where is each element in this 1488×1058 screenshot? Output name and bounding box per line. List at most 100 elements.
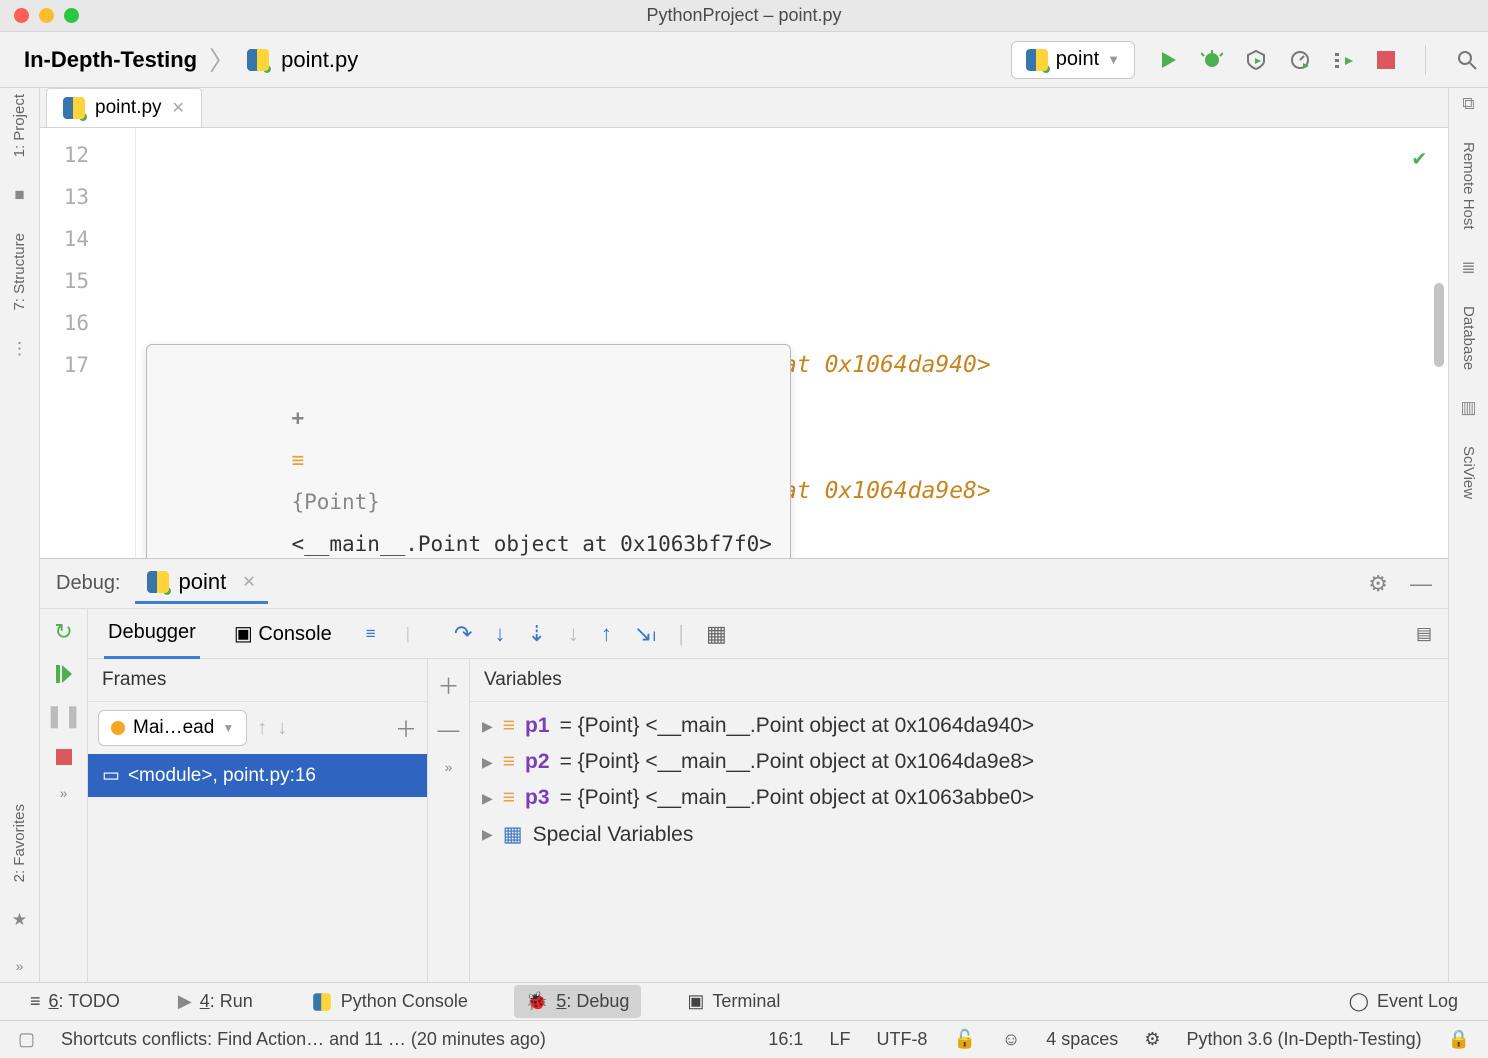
terminal-tool-button[interactable]: ▣Terminal: [675, 985, 792, 1018]
run-configuration-selector[interactable]: point ▼: [1011, 41, 1135, 79]
left-tool-rail: 1: Project ■ 7: Structure ⋮ 2: Favorites…: [0, 88, 40, 982]
step-over-icon[interactable]: ↷: [454, 621, 472, 647]
breadcrumb-file[interactable]: point.py: [281, 47, 358, 73]
code-editor[interactable]: 12 13 14 15 16 17 p1 = Point(1, 1) p1: <…: [40, 128, 1448, 558]
coverage-icon[interactable]: [1245, 49, 1267, 71]
frames-panel: Frames Mai…ead ▼ ↑ ↓ ＋: [88, 659, 428, 982]
step-into-mycode-icon[interactable]: ⇣: [527, 621, 545, 647]
terminal-icon: ▣: [687, 991, 704, 1012]
add-watch-icon[interactable]: ＋: [437, 669, 459, 701]
line-number: 16: [40, 302, 135, 344]
expand-icon[interactable]: »: [60, 785, 68, 801]
structure-tool-button[interactable]: 7: Structure: [11, 233, 28, 311]
project-tool-button[interactable]: 1: Project: [11, 94, 28, 157]
list-icon: ≡: [30, 991, 41, 1012]
console-tab[interactable]: ▣ Console: [230, 609, 336, 658]
database-tool-button[interactable]: Database: [1460, 306, 1477, 370]
line-number: 12: [40, 134, 135, 176]
editor-tab-strip: point.py ✕: [40, 88, 1448, 128]
breadcrumb[interactable]: In-Depth-Testing 〉 point.py: [24, 41, 358, 78]
vars-toolbar: ＋ — »: [428, 659, 470, 982]
debug-tool-window: Debug: point ✕ ⚙ — ↻ ❚❚ »: [40, 558, 1448, 982]
lock-icon[interactable]: 🔒: [1448, 1029, 1470, 1050]
remove-watch-icon[interactable]: —: [438, 717, 460, 743]
bug-icon: 🐞: [526, 991, 548, 1012]
object-icon: ≡: [503, 786, 515, 810]
stack-frame[interactable]: ▭ <module>, point.py:16: [88, 754, 427, 797]
chevron-down-icon: ▼: [1107, 52, 1120, 67]
chevron-right-icon: 〉: [209, 41, 235, 78]
favorites-tool-button[interactable]: 2: Favorites: [11, 804, 28, 882]
expand-triangle-icon: ▶: [482, 754, 493, 771]
inspector-icon[interactable]: ☺: [1002, 1029, 1020, 1050]
step-into-icon[interactable]: ↓: [494, 621, 505, 647]
remote-host-tool-button[interactable]: Remote Host: [1460, 142, 1477, 230]
variables-panel: Variables ▶≡p1 = {Point} <__main__.Point…: [470, 659, 1448, 982]
thread-selector[interactable]: Mai…ead ▼: [98, 710, 247, 746]
hide-icon[interactable]: —: [1410, 571, 1432, 597]
line-number: 14: [40, 218, 135, 260]
run-to-cursor-icon[interactable]: ↘I: [634, 621, 656, 647]
layout-icon[interactable]: ▤: [1416, 624, 1432, 644]
code-area[interactable]: p1 = Point(1, 1) p1: <__main__.Point obj…: [136, 128, 1448, 558]
status-message[interactable]: Shortcuts conflicts: Find Action… and 11…: [61, 1029, 546, 1050]
special-vars-icon: ▦: [503, 822, 523, 847]
expand-icon[interactable]: »: [16, 958, 24, 982]
python-file-icon: [247, 49, 269, 71]
variable-row[interactable]: ▶≡p3 = {Point} <__main__.Point object at…: [478, 780, 1448, 816]
close-tab-icon[interactable]: ✕: [242, 572, 255, 592]
resume-icon[interactable]: [56, 665, 72, 683]
debug-session-tab[interactable]: point ✕: [135, 563, 268, 604]
profile-icon[interactable]: [1289, 49, 1311, 71]
python-interpreter[interactable]: Python 3.6 (In-Depth-Testing): [1186, 1029, 1421, 1050]
object-icon: ≡: [503, 750, 515, 774]
python-file-icon: [63, 97, 85, 119]
readonly-toggle-icon[interactable]: 🔓: [953, 1029, 975, 1050]
expand-icon[interactable]: »: [445, 759, 453, 775]
file-encoding[interactable]: UTF-8: [876, 1029, 927, 1050]
threads-icon[interactable]: ≡: [366, 624, 376, 644]
close-tab-icon[interactable]: ✕: [172, 98, 185, 118]
frame-icon: ▭: [102, 764, 120, 787]
settings-icon[interactable]: ⚙: [1368, 571, 1388, 597]
add-icon[interactable]: ＋: [395, 712, 417, 744]
variable-row[interactable]: ▶≡p1 = {Point} <__main__.Point object at…: [478, 708, 1448, 744]
tab-label: point.py: [95, 97, 162, 119]
todo-tool-button[interactable]: ≡6: TODO: [18, 985, 132, 1018]
status-icon[interactable]: ▢: [18, 1029, 35, 1050]
breadcrumb-root[interactable]: In-Depth-Testing: [24, 47, 197, 73]
next-frame-icon: ↓: [277, 717, 287, 740]
evaluate-icon[interactable]: ▦: [706, 621, 727, 647]
variable-row[interactable]: ▶≡p2 = {Point} <__main__.Point object at…: [478, 744, 1448, 780]
concurrency-icon[interactable]: [1333, 49, 1355, 71]
object-icon: ≡: [291, 448, 304, 472]
rerun-icon[interactable]: ↻: [54, 619, 72, 645]
caret-position[interactable]: 16:1: [768, 1029, 803, 1050]
run-icon[interactable]: [1159, 50, 1179, 70]
python-console-tool-button[interactable]: Python Console: [299, 985, 480, 1019]
debug-tool-button[interactable]: 🐞5: Debug: [514, 985, 641, 1018]
stop-icon[interactable]: [56, 749, 72, 765]
sciview-tool-button[interactable]: SciView: [1460, 446, 1477, 499]
editor-tab[interactable]: point.py ✕: [46, 88, 202, 127]
prev-frame-icon: ↑: [257, 717, 267, 740]
object-icon: ≡: [503, 714, 515, 738]
folder-icon: ■: [14, 185, 24, 205]
variable-row[interactable]: ▶▦Special Variables: [478, 816, 1448, 853]
git-icon[interactable]: ⚙: [1144, 1029, 1160, 1050]
bottom-tool-bar: ≡6: TODO ▶4: Run Python Console 🐞5: Debu…: [0, 982, 1488, 1020]
expand-triangle-icon: ▶: [482, 790, 493, 807]
expand-icon[interactable]: +: [291, 406, 304, 430]
search-icon[interactable]: [1456, 49, 1478, 71]
line-separator[interactable]: LF: [829, 1029, 850, 1050]
run-tool-button[interactable]: ▶4: Run: [166, 985, 265, 1018]
debug-icon[interactable]: [1201, 49, 1223, 71]
step-out-icon[interactable]: ↑: [601, 621, 612, 647]
debug-header: Debug: point ✕ ⚙ —: [40, 559, 1448, 609]
stop-icon[interactable]: [1377, 51, 1395, 69]
debugger-tab[interactable]: Debugger: [104, 609, 200, 659]
indent-info[interactable]: 4 spaces: [1046, 1029, 1118, 1050]
inspections-ok-icon[interactable]: ✔: [1413, 138, 1426, 180]
scrollbar-thumb[interactable]: [1434, 283, 1444, 367]
event-log-tool-button[interactable]: ◯Event Log: [1337, 985, 1470, 1018]
